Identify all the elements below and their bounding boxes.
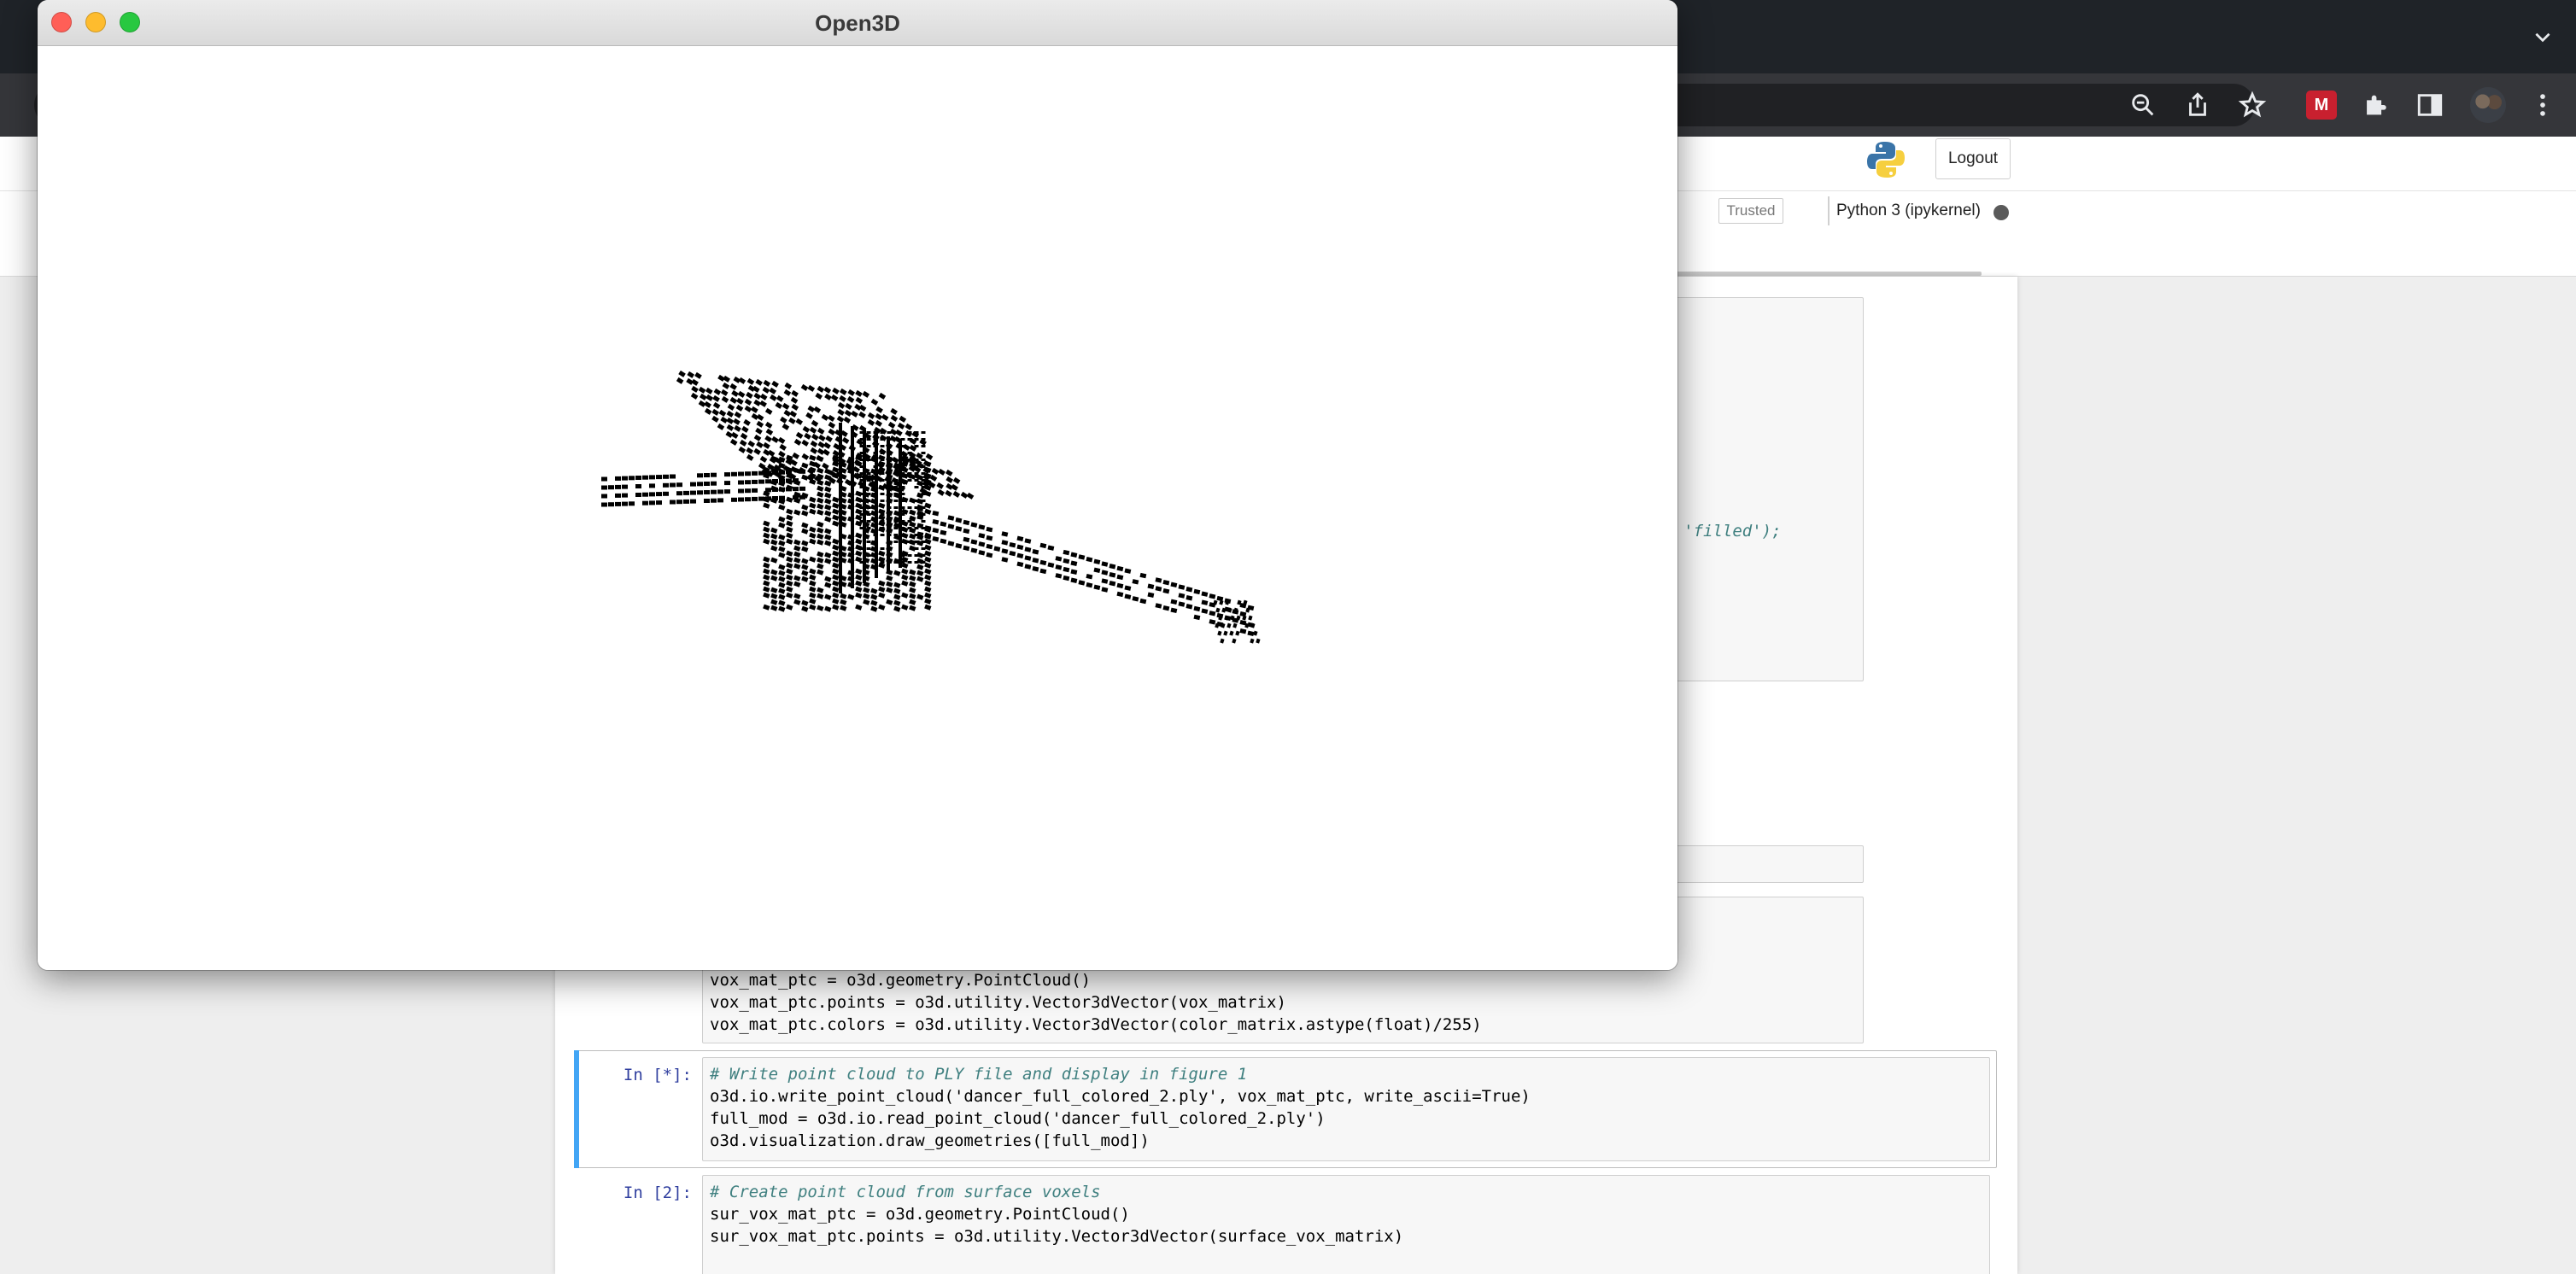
trusted-badge[interactable]: Trusted [1718,198,1783,224]
share-icon[interactable] [2181,89,2214,121]
window-title: Open3D [815,10,900,36]
chevron-down-icon[interactable] [2532,26,2554,48]
python-logo-icon [1867,142,1905,178]
bookmark-star-icon[interactable] [2236,89,2269,121]
extensions-puzzle-icon[interactable] [2359,89,2392,121]
point-cloud-render [601,370,1261,644]
open3d-window[interactable]: Open3D [38,0,1677,970]
code-comment: # Write point cloud to PLY file and disp… [710,1065,1248,1084]
cell-prompt: In [2]: [623,1183,692,1202]
cell-prompt: In [*]: [623,1066,692,1084]
code-cell-input[interactable]: # Write point cloud to PLY file and disp… [702,1057,1990,1161]
code-comment: # Create point cloud from surface voxels [710,1183,1101,1201]
window-titlebar[interactable]: Open3D [38,0,1677,46]
zoom-icon[interactable] [2127,89,2159,121]
code-line: sur_vox_mat_ptc.points = o3d.utility.Vec… [710,1227,1404,1246]
zoom-window-button[interactable] [120,12,140,32]
point-cloud-viewport[interactable] [38,47,1677,970]
profile-avatar[interactable] [2470,87,2506,123]
toolbar-separator [1674,272,1982,276]
kernel-divider [1828,196,1830,225]
code-block: vox_mat_ptc = o3d.geometry.PointCloud() … [710,969,1482,1036]
code-line: vox_mat_ptc.colors = o3d.utility.Vector3… [710,1015,1482,1034]
code-line: vox_mat_ptc = o3d.geometry.PointCloud() [710,971,1092,990]
logout-button[interactable]: Logout [1935,138,2011,179]
selected-cell-indicator [574,1050,579,1168]
side-panel-icon[interactable] [2414,89,2446,121]
mendeley-extension-icon[interactable]: M [2306,91,2337,120]
code-line: vox_mat_ptc.points = o3d.utility.Vector3… [710,993,1286,1012]
kebab-menu-icon[interactable] [2526,89,2559,121]
code-cell-input[interactable]: # Create point cloud from surface voxels… [702,1175,1990,1274]
kernel-name[interactable]: Python 3 (ipykernel) [1836,202,1981,220]
code-line: full_mod = o3d.io.read_point_cloud('danc… [710,1109,1326,1128]
code-line: o3d.visualization.draw_geometries([full_… [710,1131,1150,1150]
close-window-button[interactable] [51,12,72,32]
code-line: o3d.io.write_point_cloud('dancer_full_co… [710,1087,1531,1106]
code-block: # Write point cloud to PLY file and disp… [710,1063,1531,1152]
code-block: # Create point cloud from surface voxels… [710,1181,1403,1248]
minimize-window-button[interactable] [85,12,106,32]
kernel-busy-indicator [1993,205,2009,220]
code-line: sur_vox_mat_ptc = o3d.geometry.PointClou… [710,1205,1130,1224]
